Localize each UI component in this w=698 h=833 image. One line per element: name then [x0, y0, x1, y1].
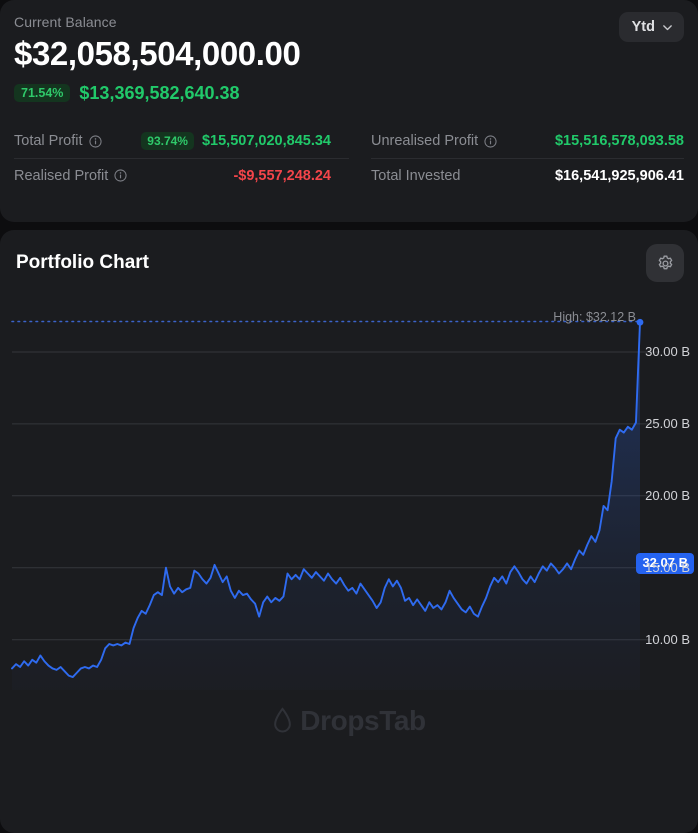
portfolio-summary-card: Current Balance $32,058,504,000.00 71.54… — [0, 0, 698, 222]
page-title: Portfolio Chart — [16, 252, 149, 273]
stat-row-total-profit: Total Profit 93.74% $15,507,020,845.34 — [14, 124, 349, 158]
balance-change-row: 71.54% $13,369,582,640.38 — [14, 83, 684, 104]
stats-column-left: Total Profit 93.74% $15,507,020,845.34 R… — [14, 124, 349, 192]
chevron-down-icon — [662, 22, 673, 33]
stat-row-total-invested: Total Invested $16,541,925,906.41 — [371, 158, 684, 192]
stats-column-right: Unrealised Profit $15,516,578,093.58 Tot… — [349, 124, 684, 192]
dropstab-watermark: DropsTab — [0, 705, 698, 737]
current-price-tag: 32.07 B — [636, 553, 694, 574]
balance-change-percent-badge: 71.54% — [14, 83, 71, 103]
total-invested-value: $16,541,925,906.41 — [554, 167, 684, 184]
droplet-icon — [272, 707, 293, 735]
info-icon[interactable] — [484, 134, 497, 148]
stat-row-unrealised-profit: Unrealised Profit $15,516,578,093.58 — [371, 124, 684, 158]
period-selector-label: Ytd — [631, 19, 655, 35]
chart-settings-button[interactable] — [646, 244, 684, 282]
info-icon[interactable] — [88, 134, 102, 148]
realised-profit-label: Realised Profit — [14, 167, 109, 184]
total-profit-label: Total Profit — [14, 133, 83, 149]
unrealised-profit-value: $15,516,578,093.58 — [554, 133, 684, 149]
stat-row-realised-profit: Realised Profit -$9,557,248.24 — [14, 158, 349, 192]
unrealised-profit-label: Unrealised Profit — [371, 133, 479, 149]
portfolio-chart-card: Portfolio Chart High: $32.12 B Low: $7.4… — [0, 230, 698, 833]
watermark-text: DropsTab — [300, 705, 426, 736]
balance-change-value: $13,369,582,640.38 — [79, 82, 240, 103]
current-balance-value: $32,058,504,000.00 — [14, 35, 301, 72]
total-profit-percent-badge: 93.74% — [141, 132, 194, 150]
portfolio-line-chart[interactable] — [0, 292, 698, 702]
stats-grid: Total Profit 93.74% $15,507,020,845.34 R… — [14, 124, 684, 192]
period-selector-dropdown[interactable]: Ytd — [618, 12, 684, 42]
info-icon[interactable] — [114, 169, 127, 182]
gear-icon — [656, 254, 675, 273]
current-balance-label: Current Balance — [14, 14, 117, 30]
total-invested-label: Total Invested — [371, 167, 461, 184]
chart-high-label: High: $32.12 B — [553, 310, 636, 324]
realised-profit-value: -$9,557,248.24 — [233, 167, 331, 184]
total-profit-value: $15,507,020,845.34 — [201, 133, 331, 149]
